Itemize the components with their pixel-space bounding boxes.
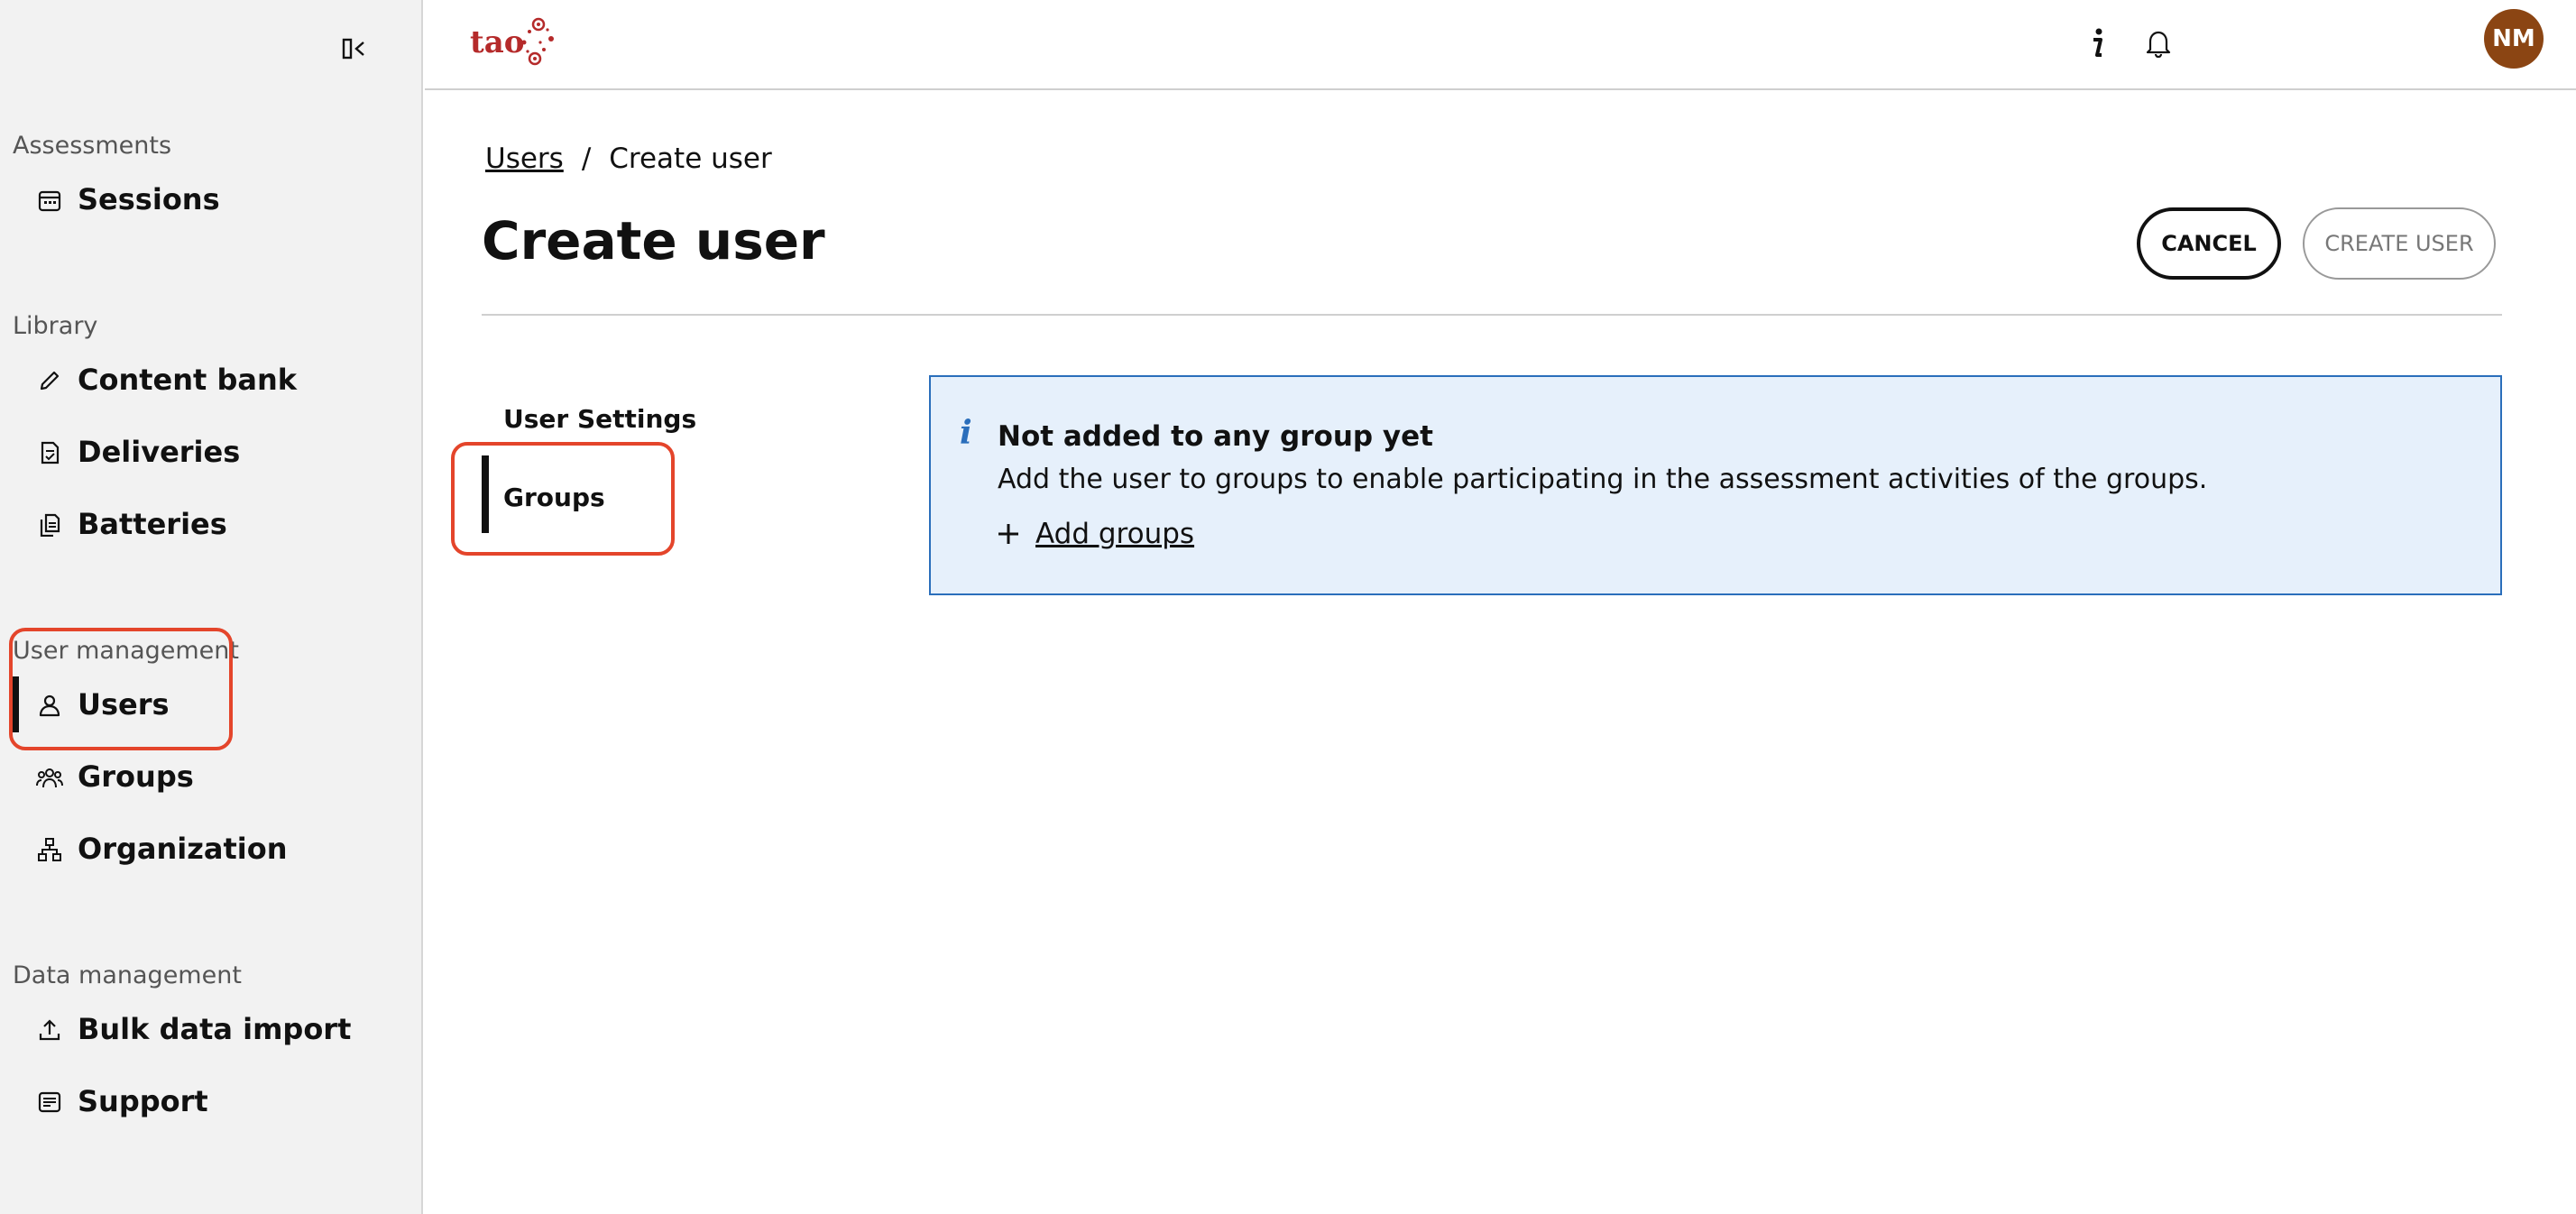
- upload-icon: [36, 1016, 63, 1044]
- sidebar-item-label: Sessions: [78, 182, 220, 216]
- info-icon: [2093, 28, 2102, 57]
- support-document-icon: [36, 1089, 63, 1116]
- sidebar-item-label: Deliveries: [78, 435, 241, 469]
- plus-icon: [998, 524, 1018, 544]
- bell-icon: [2146, 31, 2171, 58]
- collapse-sidebar-icon: [342, 38, 364, 60]
- section-label-library: Library: [13, 312, 98, 340]
- app: Assessments Sessions Library Content ban…: [0, 0, 2576, 1214]
- breadcrumb-link-users[interactable]: Users: [485, 143, 564, 175]
- calendar-icon: [36, 187, 63, 214]
- sidebar-item-groups[interactable]: Groups: [13, 749, 409, 805]
- sidebar-item-label: Content bank: [78, 363, 298, 397]
- page-title: Create user: [482, 210, 825, 271]
- sidebar-item-label: Bulk data import: [78, 1012, 352, 1046]
- sidebar-item-sessions[interactable]: Sessions: [13, 171, 409, 227]
- users-group-icon: [36, 764, 63, 791]
- pencil-icon: [36, 367, 63, 394]
- document-check-icon: [36, 439, 63, 466]
- tab-groups[interactable]: Groups: [503, 483, 605, 512]
- create-user-button[interactable]: CREATE USER: [2303, 207, 2496, 280]
- collapse-sidebar-button[interactable]: [339, 34, 372, 63]
- info-message: Add the user to groups to enable partici…: [998, 464, 2208, 495]
- sidebar-item-deliveries[interactable]: Deliveries: [13, 424, 409, 480]
- sidebar-item-users[interactable]: Users: [13, 676, 409, 732]
- sidebar-item-batteries[interactable]: Batteries: [13, 496, 409, 552]
- section-label-assessments: Assessments: [13, 132, 172, 160]
- add-groups-button[interactable]: Add groups: [996, 518, 1194, 550]
- tao-logo[interactable]: tao: [470, 13, 560, 72]
- sidebar-item-label: Organization: [78, 832, 288, 866]
- section-label-user-management: User management: [13, 637, 239, 665]
- user-avatar[interactable]: NM: [2484, 9, 2544, 69]
- sidebar: Assessments Sessions Library Content ban…: [0, 0, 423, 1214]
- tab-user-settings[interactable]: User Settings: [503, 404, 696, 434]
- documents-icon: [36, 511, 63, 538]
- sidebar-item-organization[interactable]: Organization: [13, 821, 409, 877]
- section-label-data-management: Data management: [13, 961, 242, 989]
- header-divider: [482, 314, 2502, 316]
- sidebar-item-support[interactable]: Support: [13, 1073, 409, 1129]
- sidebar-item-label: Users: [78, 687, 170, 722]
- add-groups-link[interactable]: Add groups: [1035, 518, 1194, 550]
- organization-icon: [36, 836, 63, 863]
- breadcrumb-separator: /: [581, 143, 592, 175]
- info-panel: i Not added to any group yet Add the use…: [929, 375, 2502, 595]
- info-circle-icon: i: [960, 414, 972, 452]
- user-icon: [36, 692, 63, 719]
- info-title: Not added to any group yet: [998, 420, 1433, 453]
- sidebar-item-label: Batteries: [78, 507, 227, 541]
- sidebar-item-label: Groups: [78, 759, 194, 794]
- active-tab-indicator: [482, 455, 489, 533]
- sidebar-item-content-bank[interactable]: Content bank: [13, 352, 409, 408]
- sidebar-item-bulk-data-import[interactable]: Bulk data import: [13, 1001, 409, 1057]
- breadcrumb-current: Create user: [609, 143, 772, 175]
- cancel-button[interactable]: CANCEL: [2137, 207, 2281, 280]
- logo-text: tao: [470, 24, 525, 60]
- logo-mark-icon: [521, 17, 555, 66]
- breadcrumb: Users / Create user: [485, 143, 772, 175]
- info-button[interactable]: [2075, 22, 2119, 65]
- topbar: tao NM: [425, 0, 2576, 90]
- sidebar-item-label: Support: [78, 1084, 208, 1118]
- notifications-button[interactable]: [2137, 22, 2180, 65]
